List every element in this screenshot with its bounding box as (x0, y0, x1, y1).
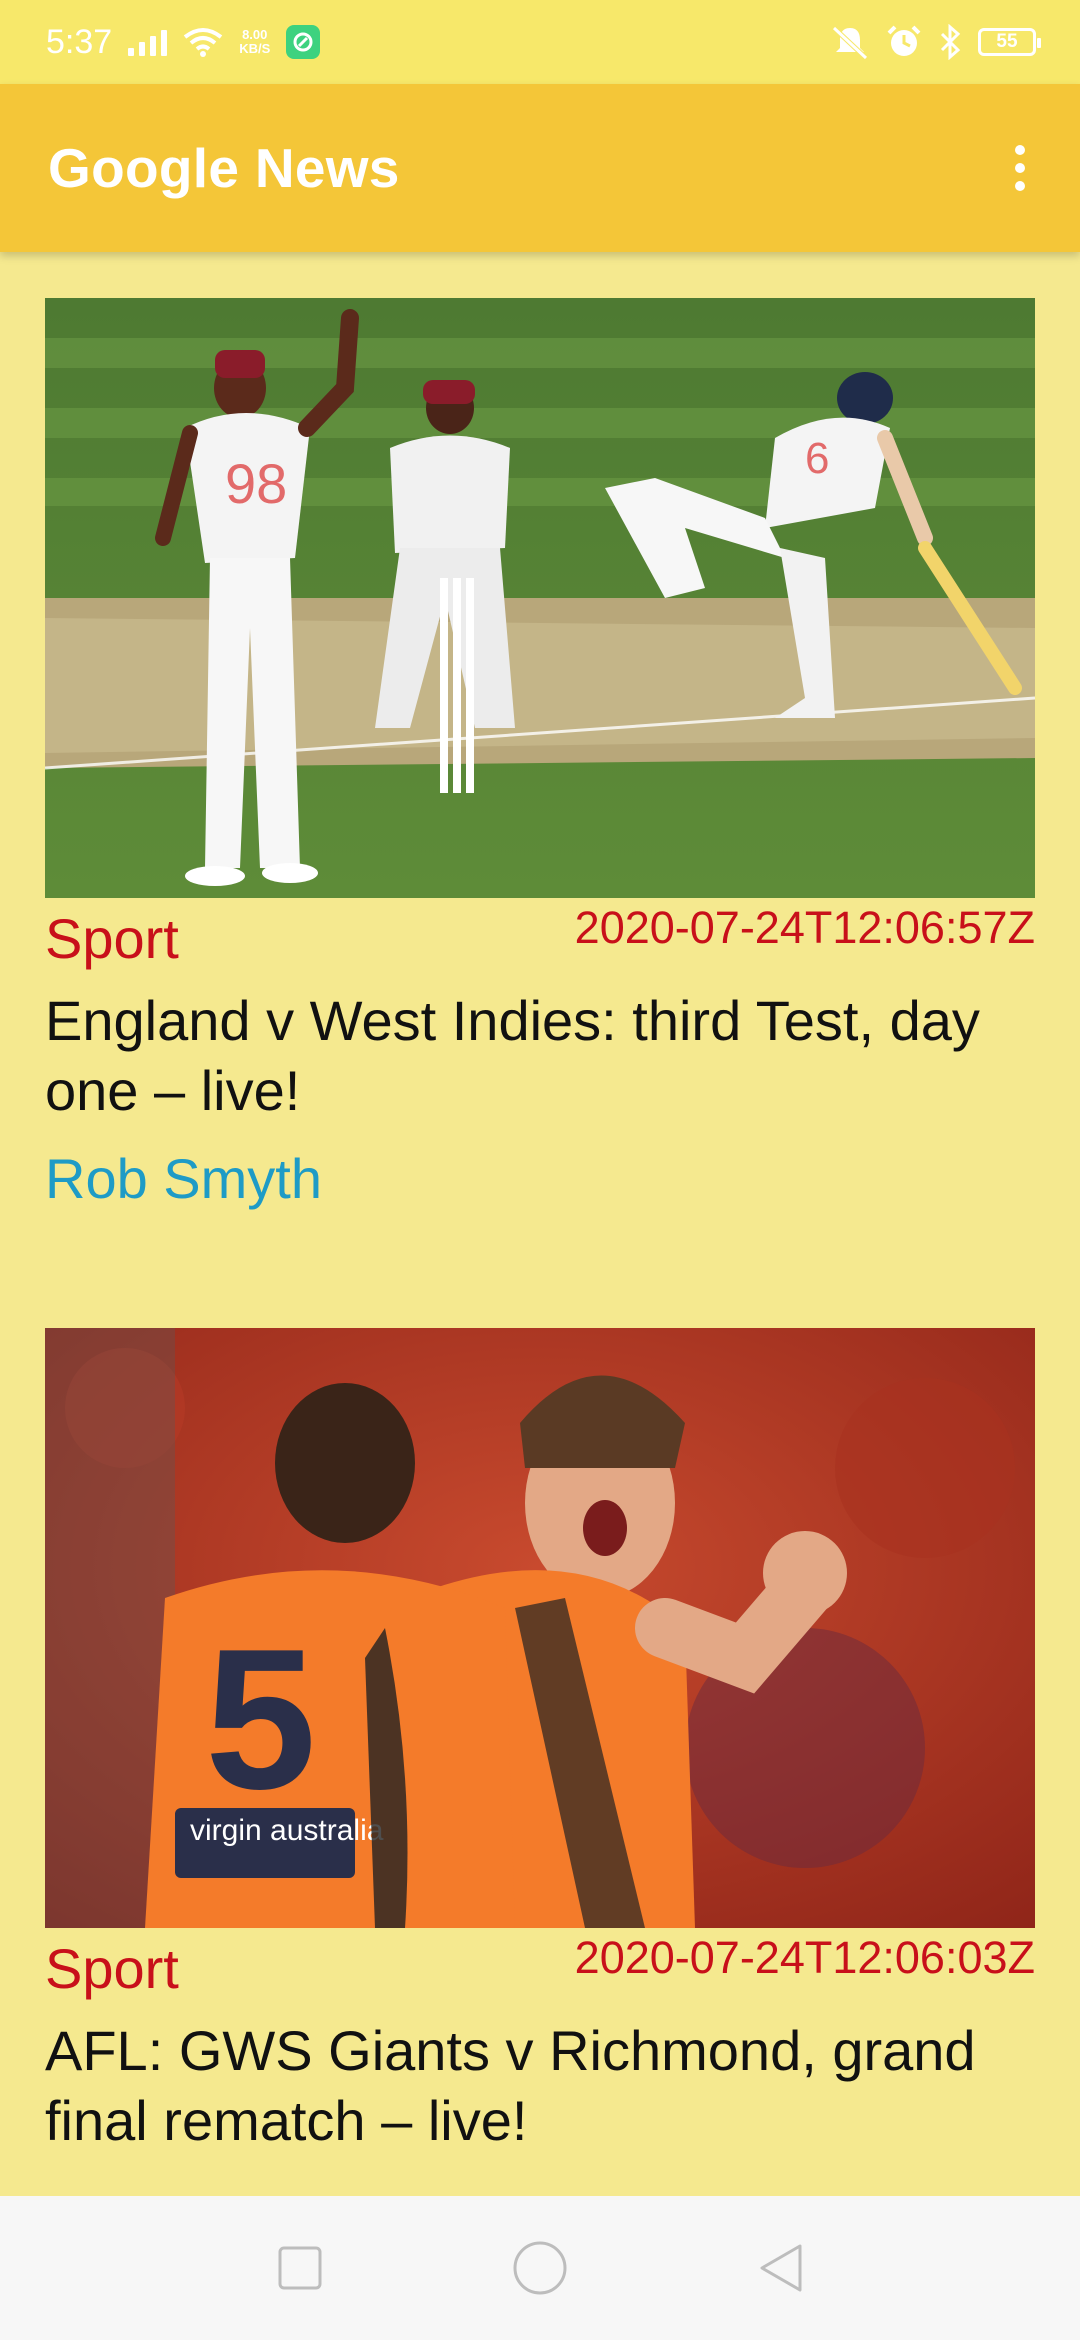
news-feed[interactable]: 98 6 Sport 2020-07-24T12:06:57Z England … (0, 252, 1080, 2192)
home-icon (513, 2241, 567, 2295)
app-title: Google News (48, 137, 400, 199)
article-card[interactable]: 5 virgin australia Sport 2020-07-24T12:0… (45, 1328, 1035, 2156)
article-author: Rob Smyth (45, 1147, 322, 1210)
system-nav-bar (0, 2196, 1080, 2340)
status-bar: 5:37 8.00 KB/S 55 (0, 0, 1080, 84)
jersey-number-6: 6 (805, 434, 829, 483)
article-image[interactable]: 5 virgin australia (45, 1328, 1035, 1928)
sponsor-logo: virgin australia (190, 1814, 384, 1847)
overflow-dot (1015, 163, 1025, 173)
article-timestamp: 2020-07-24T12:06:57Z (574, 902, 1035, 953)
overflow-menu-button[interactable] (996, 128, 1044, 208)
jersey-number-5: 5 (205, 1608, 316, 1831)
overflow-menu-icon (1015, 145, 1025, 155)
wifi-icon (183, 28, 223, 57)
article-headline[interactable]: AFL: GWS Giants v Richmond, grand final … (45, 2016, 1035, 2156)
network-speed-value: 8.00 KB/S (239, 27, 271, 56)
article-headline[interactable]: England v West Indies: third Test, day o… (45, 986, 1035, 1126)
back-button[interactable] (740, 2228, 820, 2308)
recents-icon (278, 2246, 322, 2290)
article-card[interactable]: 98 6 Sport 2020-07-24T12:06:57Z England … (45, 298, 1035, 1211)
status-right: 55 (830, 24, 1041, 60)
bluetooth-icon (940, 24, 961, 60)
article-category: Sport (45, 1937, 179, 2000)
battery-level: 55 (996, 31, 1018, 52)
article-meta: Sport 2020-07-24T12:06:03Z (45, 1928, 1035, 2000)
status-left: 5:37 8.00 KB/S (46, 22, 321, 62)
signal-icon (128, 28, 168, 56)
back-icon (760, 2244, 802, 2292)
article-meta: Sport 2020-07-24T12:06:57Z (45, 898, 1035, 970)
article-image[interactable]: 98 6 (45, 298, 1035, 898)
article-timestamp: 2020-07-24T12:06:03Z (574, 1932, 1035, 1983)
alarm-icon (887, 25, 921, 56)
article-category: Sport (45, 907, 179, 970)
network-speed: 8.00 KB/S (239, 28, 270, 56)
home-button[interactable] (500, 2228, 580, 2308)
app-badge-icon (286, 25, 321, 59)
battery-icon: 55 (978, 28, 1041, 56)
jersey-number-98: 98 (225, 452, 287, 515)
status-time: 5:37 (46, 22, 113, 61)
app-bar: Google News (0, 84, 1080, 252)
recents-button[interactable] (260, 2228, 340, 2308)
overflow-dot (1015, 181, 1025, 191)
mute-vibrate-icon (832, 26, 868, 60)
afl-photo: 5 virgin australia (45, 1328, 1035, 1928)
cricket-photo: 98 6 (45, 298, 1035, 898)
